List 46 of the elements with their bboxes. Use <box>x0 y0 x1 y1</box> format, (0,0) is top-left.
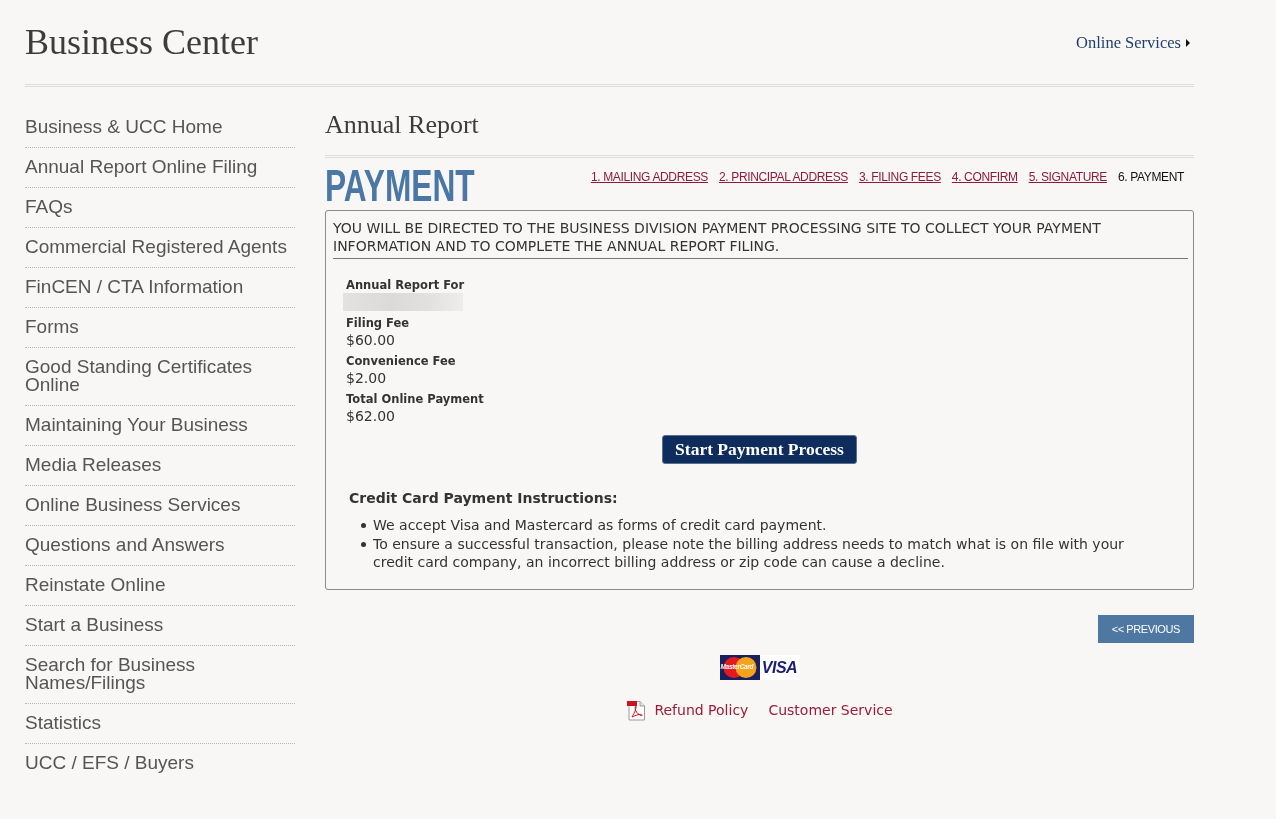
sidebar-link[interactable]: Good Standing Certificates Online <box>25 348 295 406</box>
sidebar-link[interactable]: Media Releases <box>25 446 295 486</box>
page-title: Annual Report <box>325 109 480 141</box>
sidebar-link[interactable]: UCC / EFS / Buyers <box>25 744 295 783</box>
footer-link[interactable]: Customer Service <box>768 699 893 721</box>
bullet-icon <box>361 523 366 528</box>
instructions-heading: Credit Card Payment Instructions: <box>348 489 618 507</box>
field-label: Total Online Payment <box>346 391 484 407</box>
instruction-text: We accept Visa and Mastercard as forms of credit card payment. <box>373 516 827 535</box>
field-value: $60.00 <box>346 331 395 349</box>
instruction-text: To ensure a successful transaction, please note the billing address needs to match what is on file with your credit card company, an incorrect billing address or zip code can cause a decline. <box>373 534 1125 572</box>
step-link[interactable]: 6. PAYMENT <box>1117 169 1184 185</box>
sidebar-link[interactable]: FAQs <box>25 188 295 228</box>
caret-icon <box>1186 39 1190 47</box>
sidebar-link[interactable]: Start a Business <box>25 606 295 646</box>
field-value: $62.00 <box>346 407 395 425</box>
sidebar-link[interactable]: Reinstate Online <box>25 566 295 606</box>
field-label: Convenience Fee <box>346 353 456 369</box>
footer-link[interactable]: Refund Policy <box>626 699 749 721</box>
step-link[interactable]: 1. MAILING ADDRESS <box>590 169 708 185</box>
field-label: Filing Fee <box>346 315 410 331</box>
sidebar-link[interactable]: Business & UCC Home <box>25 108 295 148</box>
sidebar-link[interactable]: Forms <box>25 308 295 348</box>
field-label: Annual Report For <box>346 277 465 293</box>
sidebar-link[interactable]: Search for Business Names/Filings <box>25 646 295 704</box>
section-heading: PAYMENT <box>325 162 475 210</box>
sidebar-link[interactable]: Maintaining Your Business <box>25 406 295 446</box>
visa-logo: VISA <box>759 654 800 680</box>
sidebar-link[interactable]: FinCEN / CTA Information <box>25 268 295 308</box>
step-link[interactable]: 3. FILING FEES <box>859 169 941 185</box>
previous-button[interactable]: << PREVIOUS <box>1097 614 1194 643</box>
sidebar-link[interactable]: Commercial Registered Agents <box>25 228 295 268</box>
sidebar-link[interactable]: Annual Report Online Filing <box>25 148 295 188</box>
notice-text: YOU WILL BE DIRECTED TO THE BUSINESS DIVISION PAYMENT PROCESSING SITE TO COLLECT YOUR PAYMENT INFORMATION AND TO COMPLETE THE ANNUAL REPORT FILING. <box>333 219 1188 259</box>
sidebar-link[interactable]: Questions and Answers <box>25 526 295 566</box>
start-payment-button[interactable]: Start Payment Process <box>662 435 857 464</box>
sidebar-link[interactable]: Online Business Services <box>25 486 295 526</box>
site-title: Business Center <box>25 22 258 62</box>
bullet-icon <box>361 541 366 547</box>
document-icon <box>626 699 647 721</box>
sidebar-link[interactable]: Statistics <box>25 704 295 744</box>
step-link[interactable]: 5. SIGNATURE <box>1028 169 1107 185</box>
field-value: $2.00 <box>346 369 387 387</box>
step-link[interactable]: 4. CONFIRM <box>951 169 1018 185</box>
online-services-link[interactable]: Online Services <box>1076 33 1190 53</box>
step-link[interactable]: 2. PRINCIPAL ADDRESS <box>718 169 848 185</box>
